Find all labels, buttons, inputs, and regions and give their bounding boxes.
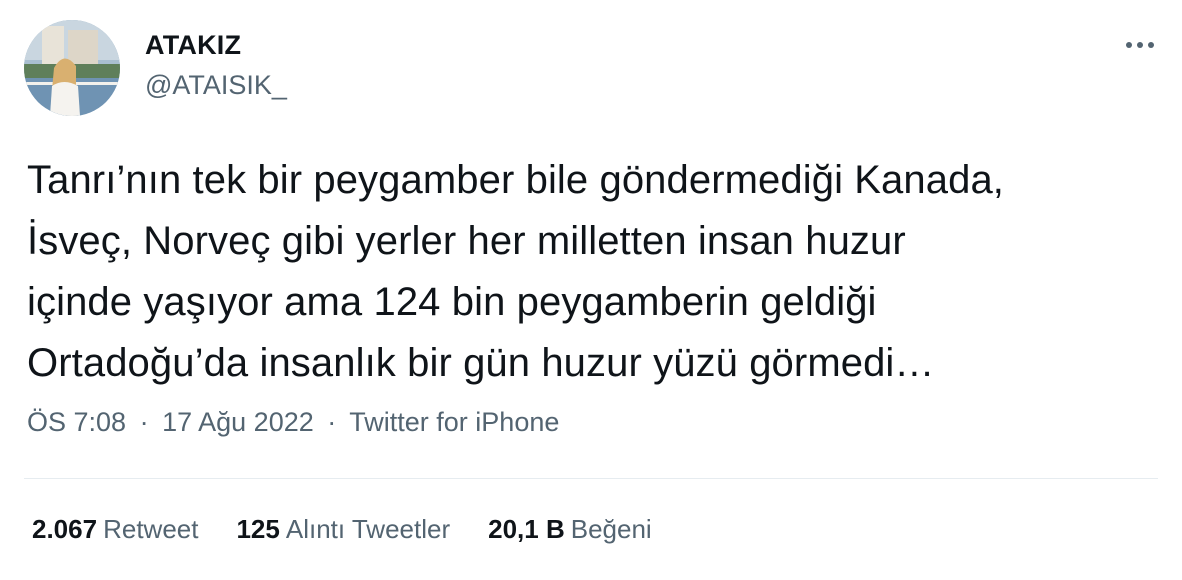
dot <box>1137 42 1143 48</box>
author-handle[interactable]: @ATAISIK_ <box>145 70 287 101</box>
tweet-time[interactable]: ÖS 7:08 <box>27 407 126 437</box>
dot <box>1126 42 1132 48</box>
like-count: 20,1 B <box>488 514 565 544</box>
retweet-count: 2.067 <box>32 514 98 544</box>
more-horizontal-icon[interactable] <box>1118 30 1162 60</box>
tweet-source[interactable]: Twitter for iPhone <box>349 407 559 437</box>
tweet-stats: 2.067 Retweet 125 Alıntı Tweetler 20,1 B Be… <box>32 514 652 545</box>
tweet-text-line: İsveç, Norveç gibi yerler her milletten … <box>27 219 906 263</box>
tweet: ATAKIZ @ATAISIK_ Tanrı’nın tek bir peyga… <box>0 0 1182 580</box>
divider <box>24 478 1158 479</box>
quote-count: 125 <box>236 514 280 544</box>
like-label: Beğeni <box>570 514 652 544</box>
tweet-text-line: içinde yaşıyor ama 124 bin peygamberin g… <box>27 280 877 324</box>
dot <box>1148 42 1154 48</box>
avatar-image <box>24 20 120 116</box>
separator: · <box>327 407 337 437</box>
retweet-label: Retweet <box>103 514 199 544</box>
quote-label: Alıntı Tweetler <box>285 514 451 544</box>
avatar[interactable] <box>24 20 120 116</box>
tweet-date[interactable]: 17 Ağu 2022 <box>162 407 314 437</box>
tweet-text: Tanrı’nın tek bir peygamber bile gönderm… <box>27 150 1157 394</box>
retweet-stat[interactable]: 2.067 Retweet <box>32 514 198 545</box>
quote-stat[interactable]: 125 Alıntı Tweetler <box>236 514 450 545</box>
separator: · <box>139 407 149 437</box>
author-name[interactable]: ATAKIZ <box>145 30 241 61</box>
tweet-text-line: Ortadoğu’da insanlık bir gün huzur yüzü … <box>27 341 935 385</box>
like-stat[interactable]: 20,1 B Beğeni <box>488 514 652 545</box>
tweet-meta: ÖS 7:08 · 17 Ağu 2022 · Twitter for iPho… <box>27 407 559 438</box>
tweet-text-line: Tanrı’nın tek bir peygamber bile gönderm… <box>27 158 1004 202</box>
